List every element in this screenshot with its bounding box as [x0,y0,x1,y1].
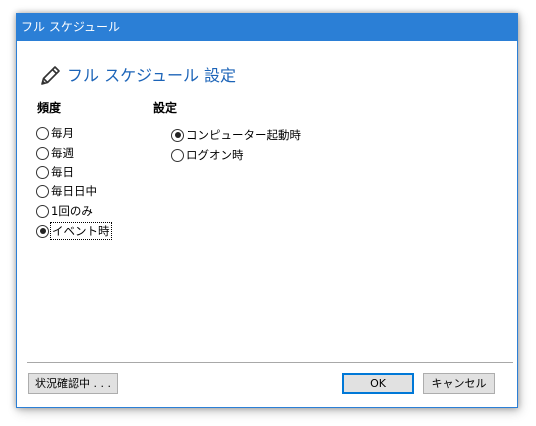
section-heading: フル スケジュール 設定 [37,63,236,89]
radio-label: 毎日 [51,165,74,179]
radio-once[interactable]: 1回のみ [36,202,93,220]
radio-button[interactable] [36,184,49,198]
radio-weekly[interactable]: 毎週 [36,144,74,162]
pencil-icon [41,66,60,85]
title-bar[interactable]: フル スケジュール [17,14,517,41]
divider [27,362,513,363]
radio-label: コンピューター起動時 [186,128,301,142]
status-check-button[interactable]: 状況確認中 . . . [28,373,118,394]
frequency-label: 頻度 [37,101,62,115]
radio-button[interactable] [171,148,184,162]
radio-button[interactable] [36,204,49,218]
ok-button[interactable]: OK [342,373,414,394]
radio-button[interactable] [36,146,49,160]
radio-at-startup[interactable]: コンピューター起動時 [171,126,301,144]
radio-label: 毎日日中 [51,184,97,198]
settings-label: 設定 [153,101,178,115]
radio-label: 1回のみ [51,204,93,218]
radio-button[interactable] [36,126,49,140]
radio-button[interactable] [36,165,49,179]
radio-monthly[interactable]: 毎月 [36,124,74,142]
schedule-dialog: フル スケジュール フル スケジュール 設定 頻度 毎月 毎週 毎日 毎日日中 … [16,13,518,408]
radio-label: ログオン時 [186,148,244,162]
cancel-button[interactable]: キャンセル [423,373,495,394]
window-title: フル スケジュール [21,20,120,34]
radio-label: イベント時 [50,222,112,240]
radio-on-event[interactable]: イベント時 [36,222,112,240]
radio-label: 毎週 [51,146,74,160]
heading-text: フル スケジュール 設定 [67,66,237,85]
radio-button-selected[interactable] [36,224,49,238]
radio-daily[interactable]: 毎日 [36,163,74,181]
radio-button-selected[interactable] [171,128,184,142]
radio-label: 毎月 [51,126,74,140]
radio-at-logon[interactable]: ログオン時 [171,146,244,164]
radio-daily-daytime[interactable]: 毎日日中 [36,182,97,200]
